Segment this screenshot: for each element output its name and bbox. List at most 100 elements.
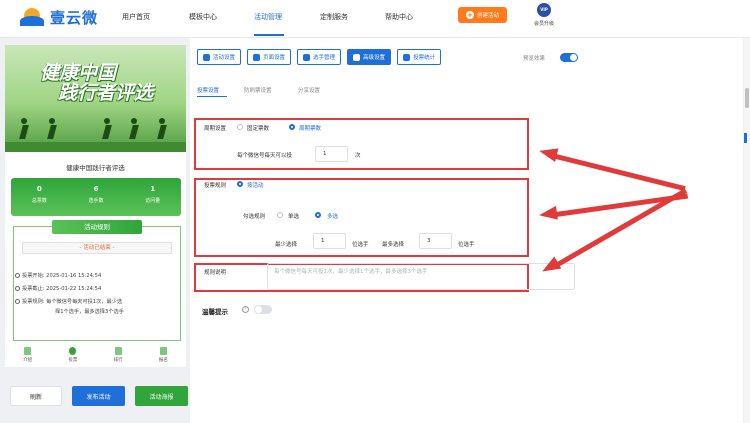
event-banner: 健康中国 践行者评选 — [5, 45, 186, 152]
tab-vote-statistics[interactable]: 投票统计 — [397, 49, 442, 65]
settings-tabs: 活动设置 页面设置 选手管理 高级设置 投票统计 — [197, 49, 442, 65]
tab-label: 排行 — [113, 358, 123, 363]
tab-page-settings[interactable]: 页面设置 — [247, 49, 292, 65]
clock-icon — [15, 286, 20, 291]
max-select-label: 最多选择 — [382, 242, 405, 248]
chart-icon — [403, 53, 411, 61]
logo-icon — [20, 6, 46, 28]
subtab-active-indicator — [197, 96, 227, 97]
option-fixed-votes: 固定票数 — [247, 126, 270, 132]
vote-rule-line: 投票规则: 每个微信号每天可投1次，最少选 — [15, 298, 122, 305]
tab-contestant-management[interactable]: 选手管理 — [297, 49, 342, 65]
vip-upgrade-label: 会员升级 — [533, 21, 554, 27]
tab-vote[interactable]: 投票 — [50, 345, 95, 367]
rules-box: 活动规则 - 活动已结束 - 投票开始: 2025-01-16 15:24:54… — [13, 220, 181, 341]
votes-per-day-input[interactable]: 1 — [315, 146, 348, 162]
advanced-icon — [353, 53, 361, 61]
stats-panel: 0 总票数 6 选手数 1 访问量 — [11, 178, 181, 216]
intro-icon — [24, 347, 32, 355]
page-icon — [253, 53, 261, 61]
nav-help-center[interactable]: 帮助中心 — [385, 12, 413, 22]
create-activity-button[interactable]: + 创建活动 — [458, 7, 507, 23]
radio-fixed-votes[interactable] — [237, 124, 243, 130]
tab-activity-settings[interactable]: 活动设置 — [197, 49, 242, 65]
vote-start-line: 投票开始: 2025-01-16 15:24:54 — [15, 272, 101, 279]
vote-rule-text: 投票规则: 每个微信号每天可投1次，最少选 — [22, 299, 123, 305]
preview-toggle[interactable] — [560, 53, 578, 62]
stat-value: 0 — [36, 185, 42, 193]
runner-silhouette — [17, 118, 31, 144]
tab-label: 选手管理 — [313, 55, 336, 61]
toggle-knob — [255, 306, 262, 313]
tab-label: 投票 — [68, 358, 78, 363]
tab-label: 投票统计 — [413, 55, 436, 61]
refresh-button[interactable]: 刷新 — [10, 386, 62, 406]
stat-value: 1 — [150, 185, 156, 193]
top-navigation-bar: 壹云微 用户首页 模板中心 活动管理 定制服务 帮助中心 + 创建活动 VIP … — [0, 0, 750, 38]
nav-custom-services[interactable]: 定制服务 — [320, 12, 348, 22]
option-multi-select: 多选 — [327, 214, 339, 220]
publish-activity-button[interactable]: 发布活动 — [72, 386, 125, 406]
option-single-select: 单选 — [288, 214, 300, 220]
radio-by-activity[interactable] — [237, 181, 243, 187]
brand-logo[interactable]: 壹云微 — [20, 6, 98, 28]
tab-advanced-settings[interactable]: 高级设置 — [347, 49, 392, 65]
annotation-arrow-head — [538, 205, 558, 223]
subtab-anti-fraud[interactable]: 防刷票设置 — [244, 86, 272, 94]
rules-heading: 活动规则 — [52, 220, 142, 234]
radio-single-select[interactable] — [277, 212, 283, 218]
stat-visits: 1 访问量 — [124, 178, 181, 216]
clock-icon — [15, 273, 20, 278]
tab-signup[interactable]: 报名 — [141, 345, 186, 367]
vote-start-text: 投票开始: 2025-01-16 15:24:54 — [22, 273, 102, 279]
highlight-box-cycle — [194, 118, 529, 170]
mobile-preview: 健康中国 践行者评选 健康中国践行者评选 0 总票数 6 选手数 1 访问量 活… — [5, 45, 186, 345]
runner-silhouette — [100, 118, 114, 144]
vote-icon — [69, 347, 77, 355]
mobile-tab-bar: 介绍 投票 排行 报名 — [5, 345, 186, 367]
subtab-share-settings[interactable]: 分享设置 — [298, 86, 320, 94]
tab-intro[interactable]: 介绍 — [5, 345, 50, 367]
rule-description-input[interactable]: 每个微信号每天可投1次，最少选择1个选手，最多选择3个选手 — [267, 263, 575, 290]
min-select-unit: 位选手 — [352, 242, 369, 248]
per-day-unit: 次 — [355, 153, 361, 159]
runner-silhouette — [127, 118, 141, 144]
radio-multi-select[interactable] — [315, 212, 321, 218]
brand-name: 壹云微 — [50, 8, 99, 27]
preview-label: 预览效果 — [523, 56, 546, 62]
settings-icon — [203, 53, 210, 61]
nav-activity-management[interactable]: 活动管理 — [254, 12, 282, 22]
max-select-input[interactable]: 3 — [419, 233, 452, 249]
scrollbar-thumb[interactable] — [745, 88, 749, 108]
radio-cycle-votes[interactable] — [289, 124, 295, 130]
activity-poster-button[interactable]: 活动海报 — [135, 386, 188, 406]
cycle-settings-label: 周期设置 — [204, 126, 227, 132]
tab-ranking[interactable]: 排行 — [96, 345, 141, 367]
plus-icon: + — [465, 11, 474, 19]
runner-silhouette — [45, 118, 59, 144]
min-select-input[interactable]: 1 — [313, 233, 346, 249]
users-icon — [303, 53, 311, 61]
ranking-icon — [114, 347, 122, 355]
banner-title-line1: 健康中国 — [40, 62, 117, 84]
nav-home[interactable]: 用户首页 — [122, 12, 150, 22]
reminder-toggle[interactable] — [254, 305, 272, 314]
vote-end-line: 投票截止: 2025-01-22 15:24:54 — [15, 285, 101, 292]
nav-templates[interactable]: 模板中心 — [189, 12, 217, 22]
tab-label: 报名 — [158, 358, 168, 363]
page-scrollbar[interactable] — [744, 38, 750, 423]
vip-upgrade[interactable]: VIP 会员升级 — [529, 3, 559, 27]
banner-title-line2: 践行者评选 — [58, 82, 154, 104]
stat-total-votes: 0 总票数 — [11, 178, 68, 216]
help-icon[interactable]: ? — [242, 306, 249, 313]
signup-icon — [159, 347, 167, 355]
vote-end-text: 投票截止: 2025-01-22 15:24:54 — [22, 286, 102, 292]
reminder-label: 温馨提示 — [202, 308, 228, 316]
stat-label: 总票数 — [31, 198, 47, 204]
nav-active-indicator — [254, 34, 284, 36]
runner-silhouette — [155, 118, 169, 144]
min-select-label: 最少选择 — [275, 242, 298, 248]
stat-contestants: 6 选手数 — [68, 178, 125, 216]
scroll-marker — [744, 133, 747, 143]
subtab-vote-settings[interactable]: 投票设置 — [197, 86, 219, 94]
